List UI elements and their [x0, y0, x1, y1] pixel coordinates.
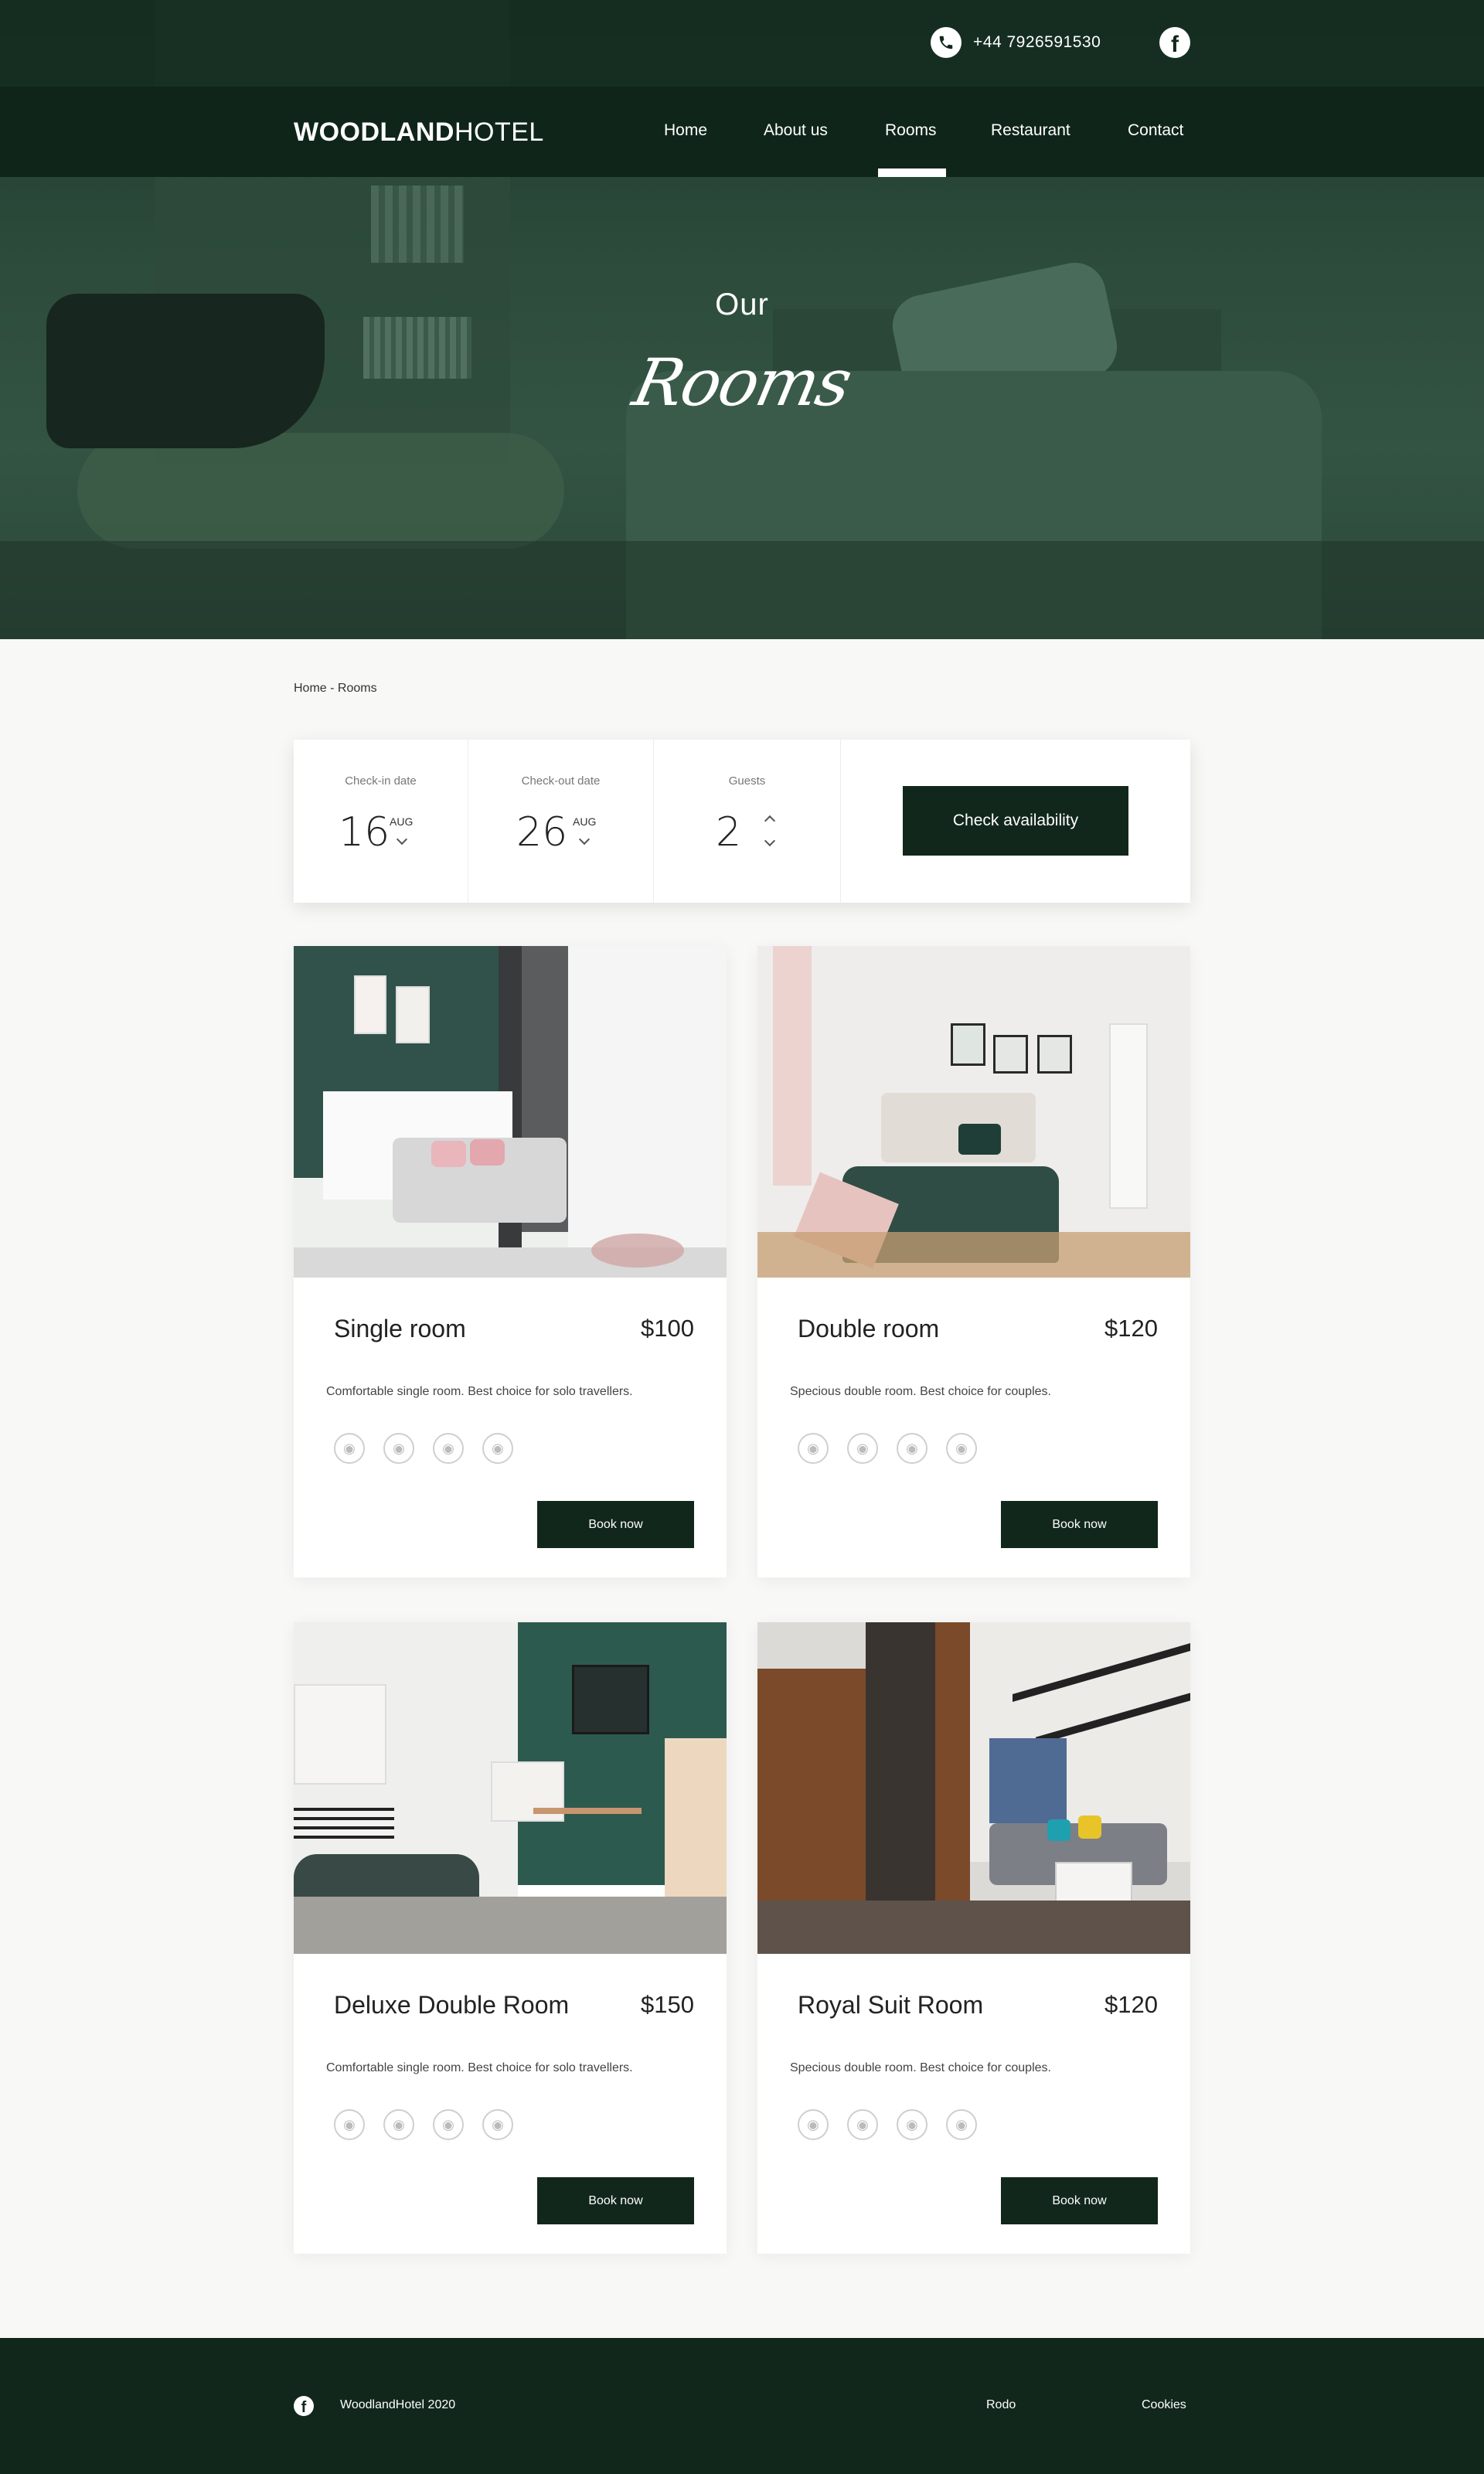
phone-number[interactable]: +44 7926591530: [973, 33, 1101, 52]
amenity-icon: ◉: [798, 2109, 829, 2140]
room-price: $150: [641, 1991, 694, 2018]
room-card-double: Double room $120 Specious double room. B…: [757, 946, 1190, 1577]
amenity-icon: ◉: [433, 2109, 464, 2140]
checkin-field[interactable]: Check-in date 16 AUG: [294, 740, 468, 903]
book-now-button[interactable]: Book now: [1001, 1501, 1158, 1548]
book-now-button[interactable]: Book now: [537, 1501, 694, 1548]
room-price: $120: [1104, 1315, 1158, 1342]
room-title: Deluxe Double Room: [334, 1991, 570, 2019]
nav-home[interactable]: Home: [664, 121, 707, 140]
phone-icon[interactable]: [931, 27, 962, 58]
amenity-icon: ◉: [334, 2109, 365, 2140]
book-now-button[interactable]: Book now: [1001, 2177, 1158, 2224]
room-photo-royal-suit[interactable]: [757, 1622, 1190, 1954]
amenity-icon: ◉: [946, 1433, 977, 1464]
room-card-deluxe-double: Deluxe Double Room $150 Comfortable sing…: [294, 1622, 727, 2254]
room-photo-double[interactable]: [757, 946, 1190, 1278]
checkout-field[interactable]: Check-out date 26 AUG: [468, 740, 654, 903]
chevron-down-icon[interactable]: [578, 833, 591, 846]
room-card-royal-suit: Royal Suit Room $120 Specious double roo…: [757, 1622, 1190, 2254]
amenity-icon: ◉: [897, 1433, 928, 1464]
logo-bold: WOODLAND: [294, 117, 454, 147]
room-title: Royal Suit Room: [798, 1991, 984, 2019]
logo-light: HOTEL: [454, 117, 544, 147]
checkin-day: 16: [339, 809, 390, 856]
room-price: $120: [1104, 1991, 1158, 2018]
footer-link-rodo[interactable]: Rodo: [986, 2398, 1016, 2412]
room-price: $100: [641, 1315, 694, 1342]
hero-floor: [0, 541, 1484, 639]
footer-copyright: WoodlandHotel 2020: [340, 2398, 456, 2411]
nav-active-indicator: [878, 168, 946, 177]
nav-restaurant[interactable]: Restaurant: [991, 121, 1070, 140]
room-description: Comfortable single room. Best choice for…: [326, 1385, 633, 1398]
guests-field[interactable]: Guests 2: [654, 740, 841, 903]
hero-title-line1: Our: [715, 288, 769, 322]
room-photo-deluxe-double[interactable]: [294, 1622, 727, 1954]
nav-rooms[interactable]: Rooms: [885, 121, 937, 140]
main-navbar: [0, 87, 1484, 177]
hero-title-line2: Rooms: [627, 345, 857, 420]
chevron-down-icon[interactable]: [764, 835, 776, 847]
breadcrumb[interactable]: Home - Rooms: [294, 682, 377, 696]
room-title: Double room: [798, 1315, 940, 1342]
check-availability-button[interactable]: Check availability: [903, 786, 1128, 856]
amenity-icon: ◉: [383, 2109, 414, 2140]
amenity-icon: ◉: [847, 1433, 878, 1464]
amenity-icon: ◉: [383, 1433, 414, 1464]
checkin-month: AUG: [390, 815, 414, 828]
footer: [0, 2338, 1484, 2474]
facebook-icon[interactable]: f: [1159, 27, 1190, 58]
amenity-icon: ◉: [482, 2109, 513, 2140]
room-photo-single[interactable]: [294, 946, 727, 1278]
nav-contact[interactable]: Contact: [1128, 121, 1183, 140]
amenity-icon: ◉: [897, 2109, 928, 2140]
hero-bookshelf: [371, 185, 464, 263]
amenity-icon: ◉: [946, 2109, 977, 2140]
room-description: Comfortable single room. Best choice for…: [326, 2061, 633, 2074]
book-now-button[interactable]: Book now: [537, 2177, 694, 2224]
site-logo[interactable]: WOODLANDHOTEL: [294, 117, 544, 148]
amenity-icon: ◉: [798, 1433, 829, 1464]
room-description: Specious double room. Best choice for co…: [790, 1385, 1051, 1398]
amenity-icon: ◉: [334, 1433, 365, 1464]
checkout-day: 26: [516, 809, 568, 856]
top-bar: [0, 0, 1484, 87]
room-title: Single room: [334, 1315, 466, 1342]
room-card-single: Single room $100 Comfortable single room…: [294, 946, 727, 1577]
nav-about-us[interactable]: About us: [764, 121, 828, 140]
chevron-down-icon[interactable]: [396, 833, 408, 846]
hero-chair-base: [77, 433, 564, 549]
amenity-icon: ◉: [847, 2109, 878, 2140]
checkin-label: Check-in date: [345, 774, 417, 788]
booking-form: Check-in date 16 AUG Check-out date 26 A…: [294, 740, 1190, 903]
guests-count: 2: [716, 809, 742, 856]
checkout-label: Check-out date: [521, 774, 601, 788]
amenity-icon: ◉: [433, 1433, 464, 1464]
footer-link-cookies[interactable]: Cookies: [1142, 2398, 1186, 2412]
checkout-month: AUG: [573, 815, 597, 828]
amenity-icon: ◉: [482, 1433, 513, 1464]
room-description: Specious double room. Best choice for co…: [790, 2061, 1051, 2074]
facebook-icon[interactable]: f: [294, 2396, 314, 2416]
chevron-up-icon[interactable]: [764, 815, 776, 827]
guests-label: Guests: [728, 774, 766, 788]
